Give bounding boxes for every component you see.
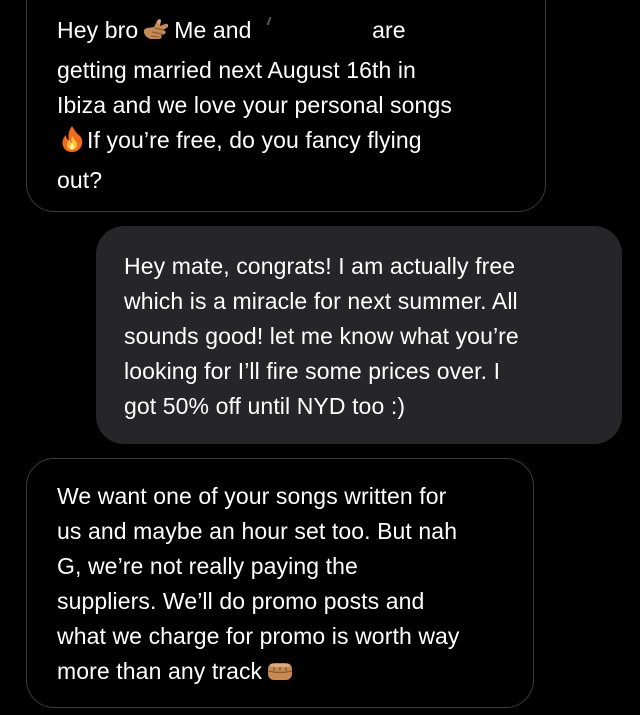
message-text: Me and [174,17,252,43]
message-line: more than any track [57,654,533,694]
message-line: getting married next August 16th in [57,57,416,83]
message-line: Hey mate, congrats! I am actually free [124,253,516,279]
message-line: suppliers. We’ll do promo posts and [57,588,425,614]
message-text: are [372,17,406,43]
message-line: got 50% off until NYD too :) [124,393,406,419]
message-line: sounds good! let me know what you’re [124,323,519,349]
fire-emoji-icon [60,125,84,163]
message-text: If you’re free, do you fancy flying [87,127,422,153]
message-text: Hey bro [57,17,139,43]
message-line: out? [57,167,103,193]
message-line: Ibiza and we love your personal songs [57,92,452,118]
message-line: We want one of your songs written for [57,483,447,509]
message-line: Hey bro Me and are [57,13,545,53]
call-me-hand-emoji-icon [141,17,171,53]
message-line: looking for I’ll fire some prices over. … [124,358,501,384]
incoming-message-bubble[interactable]: We want one of your songs written for us… [26,458,534,708]
incoming-message-bubble[interactable]: Hey bro Me and are getting married next … [26,0,546,212]
message-line: what we charge for promo is worth way [57,623,460,649]
message-text: more than any track [57,658,263,684]
message-line: G, we’re not really paying the [57,553,358,579]
fist-bump-emoji-icon [265,658,295,694]
message-line: If you’re free, do you fancy flying [57,123,545,163]
message-line: which is a miracle for next summer. All [124,288,518,314]
message-line: us and maybe an hour set too. But nah [57,518,458,544]
redacted-name [258,17,355,43]
outgoing-message-bubble[interactable]: Hey mate, congrats! I am actually free w… [96,226,622,444]
